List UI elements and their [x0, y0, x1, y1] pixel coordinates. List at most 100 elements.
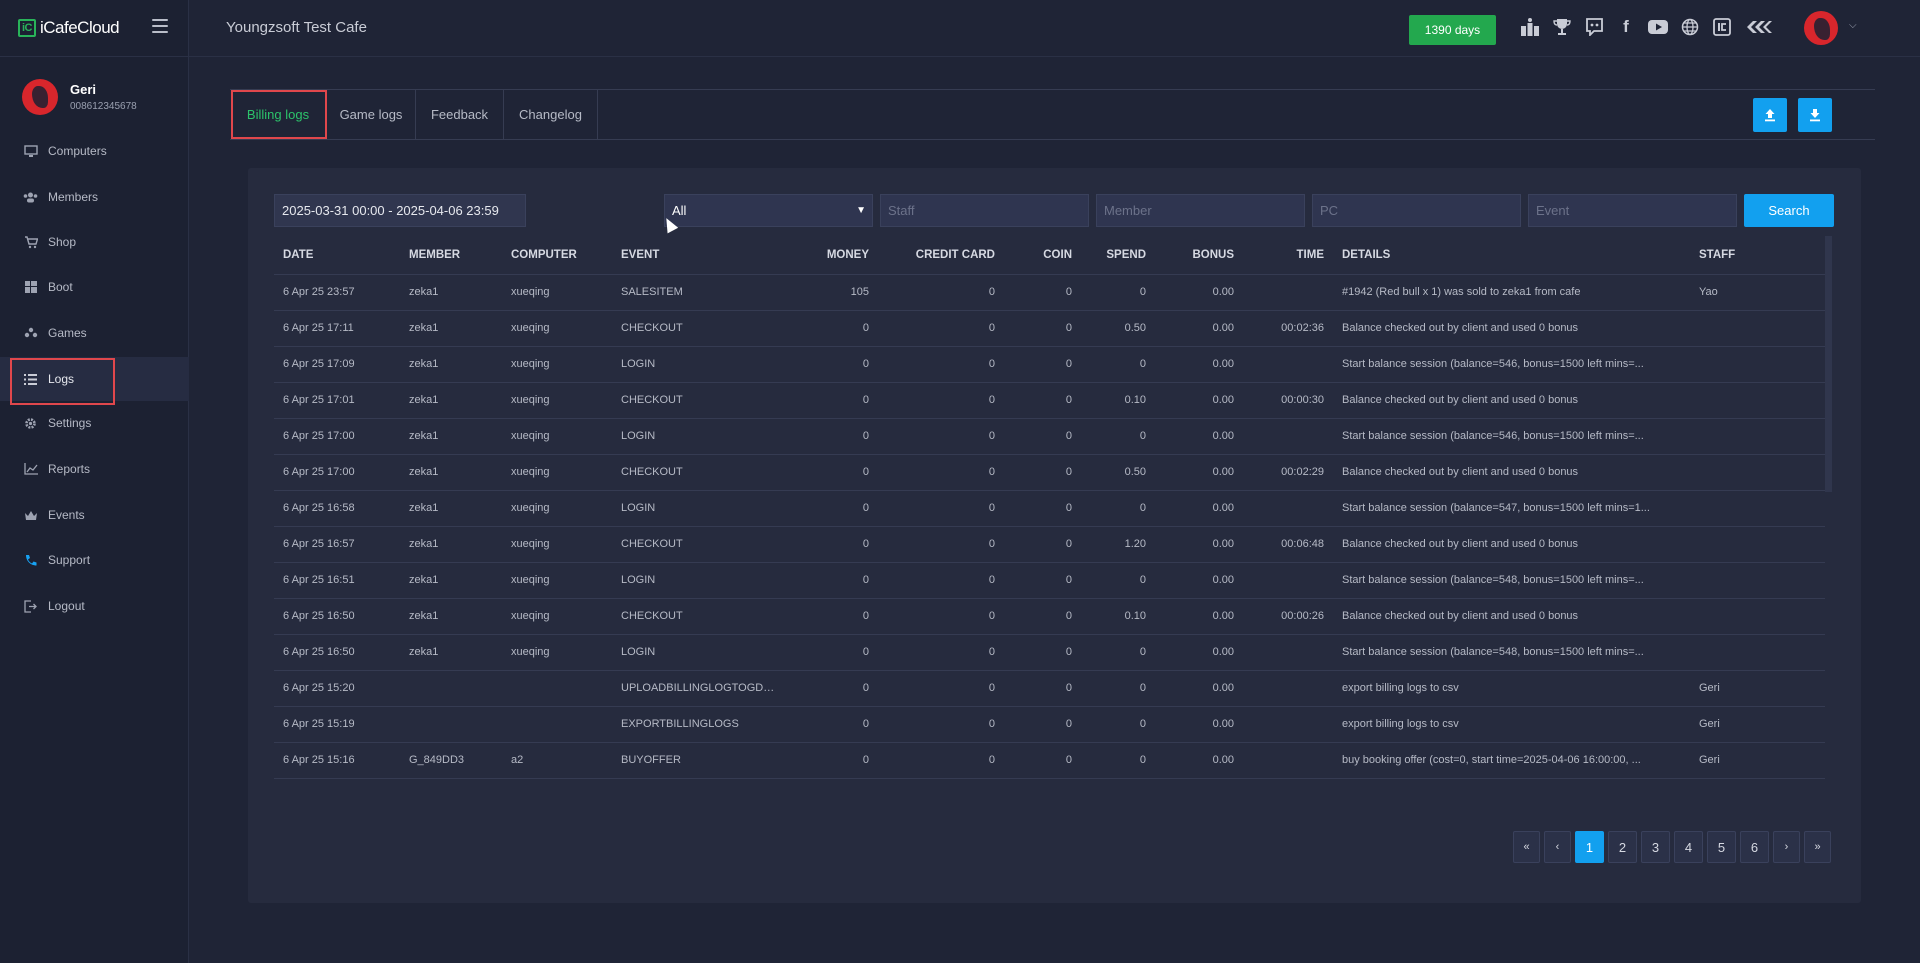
table-cell: 0.50	[1081, 310, 1155, 347]
table-row[interactable]: 6 Apr 25 16:51 zeka1 xueqing LOGIN 0 0 0 0 0.00 S…	[274, 562, 1825, 599]
globe-icon[interactable]	[1679, 16, 1701, 38]
table-row[interactable]: 6 Apr 25 16:57 zeka1 xueqing CHECKOUT 0 0 0 1.2…	[274, 526, 1825, 563]
last-page-button[interactable]: »	[1804, 831, 1831, 863]
table-cell: a2	[502, 742, 612, 779]
table-cell: 105	[790, 274, 878, 311]
discord-icon[interactable]	[1583, 16, 1605, 38]
page-button-3[interactable]: 3	[1641, 831, 1670, 863]
sidebar-item-support[interactable]: Support	[0, 538, 189, 582]
upload-button[interactable]	[1753, 98, 1787, 132]
table-cell: 0	[878, 454, 1004, 491]
table-row[interactable]: 6 Apr 25 15:16 G_849DD3 a2 BUYOFFER 0 0 0 0 0.00…	[274, 742, 1825, 779]
facebook-icon[interactable]: f	[1615, 16, 1637, 38]
table-cell: 0	[1081, 418, 1155, 455]
table-row[interactable]: 6 Apr 25 16:50 zeka1 xueqing LOGIN 0 0 0 0 0.00 S…	[274, 634, 1825, 671]
table-cell: 0	[790, 418, 878, 455]
table-cell: Balance checked out by client and used 0…	[1333, 526, 1690, 563]
sidebar-item-label: Logs	[48, 372, 75, 386]
trophy-icon[interactable]	[1551, 16, 1573, 38]
icafe-icon[interactable]	[1711, 16, 1733, 38]
table-cell: 0.00	[1155, 670, 1243, 707]
logo[interactable]: iC iCafeCloud	[18, 18, 120, 38]
windows-icon	[23, 280, 38, 295]
table-row[interactable]: 6 Apr 25 15:20 UPLOADBILLINGLOGTOGDRIVE 0 0…	[274, 670, 1825, 707]
page-button-5[interactable]: 5	[1707, 831, 1736, 863]
crown-icon	[23, 508, 38, 523]
sidebar-item-logout[interactable]: Logout	[0, 584, 189, 628]
table-cell: 00:06:48	[1243, 526, 1333, 563]
days-remaining-badge[interactable]: 1390 days	[1409, 15, 1496, 45]
sidebar-item-shop[interactable]: Shop	[0, 220, 189, 264]
pc-input[interactable]: PC	[1312, 194, 1521, 227]
table-cell	[1690, 346, 1825, 383]
sidebar-item-reports[interactable]: Reports	[0, 447, 189, 491]
table-cell	[502, 706, 612, 743]
sidebar-item-label: Support	[48, 553, 91, 567]
event-type-select[interactable]: All ▼	[664, 194, 873, 227]
table-row[interactable]: 6 Apr 25 16:50 zeka1 xueqing CHECKOUT 0 0 0 0.1…	[274, 598, 1825, 635]
staff-input[interactable]: Staff	[880, 194, 1089, 227]
table-row[interactable]: 6 Apr 25 17:00 zeka1 xueqing CHECKOUT 0 0 0 0.5…	[274, 454, 1825, 491]
table-cell: export billing logs to csv	[1333, 706, 1690, 743]
table-cell	[1690, 382, 1825, 419]
sidebar-item-label: Reports	[48, 462, 91, 476]
table-cell: 0	[878, 670, 1004, 707]
header-avatar[interactable]	[1804, 11, 1838, 45]
table-cell: BUYOFFER	[612, 742, 790, 779]
page-button-4[interactable]: 4	[1674, 831, 1703, 863]
chevron-down-icon[interactable]: ⌵	[1849, 20, 1857, 31]
table-cell: xueqing	[502, 526, 612, 563]
sidebar-item-events[interactable]: Events	[0, 493, 189, 537]
tab-changelog[interactable]: Changelog	[504, 90, 598, 139]
table-cell: 0	[1004, 706, 1081, 743]
sidebar-item-computers[interactable]: Computers	[0, 129, 189, 173]
table-cell: 0	[1004, 562, 1081, 599]
sidebar-item-members[interactable]: Members	[0, 175, 189, 219]
table-cell	[1243, 562, 1333, 599]
user-profile[interactable]: Geri 008612345678	[0, 57, 188, 137]
next-page-button[interactable]: ›	[1773, 831, 1800, 863]
table-cell	[1243, 490, 1333, 527]
table-row[interactable]: 6 Apr 25 16:58 zeka1 xueqing LOGIN 0 0 0 0 0.00 S…	[274, 490, 1825, 527]
sidebar-item-games[interactable]: Games	[0, 311, 189, 355]
table-row[interactable]: 6 Apr 25 17:01 zeka1 xueqing CHECKOUT 0 0 0 0.1…	[274, 382, 1825, 419]
table-row[interactable]: 6 Apr 25 17:00 zeka1 xueqing LOGIN 0 0 0 0 0.00 S…	[274, 418, 1825, 455]
tab-billing-logs[interactable]: Billing logs	[230, 90, 327, 139]
table-cell: 0.00	[1155, 490, 1243, 527]
download-button[interactable]	[1798, 98, 1832, 132]
tab-feedback[interactable]: Feedback	[416, 90, 504, 139]
table-row[interactable]: 6 Apr 25 17:11 zeka1 xueqing CHECKOUT 0 0 0 0.5…	[274, 310, 1825, 347]
sidebar-item-logs[interactable]: Logs	[0, 357, 189, 401]
gift-icon[interactable]	[1519, 16, 1541, 38]
logout-icon	[23, 599, 38, 614]
page-button-6[interactable]: 6	[1740, 831, 1769, 863]
table-cell: 6 Apr 25 16:50	[274, 598, 400, 635]
table-row[interactable]: 6 Apr 25 15:19 EXPORTBILLINGLOGS 0 0 0 0 0.00 e…	[274, 706, 1825, 743]
first-page-button[interactable]: «	[1513, 831, 1540, 863]
hamburger-menu-icon[interactable]	[152, 19, 168, 33]
sidebar-item-settings[interactable]: Settings	[0, 401, 189, 445]
table-row[interactable]: 6 Apr 25 23:57 zeka1 xueqing SALESITEM 105 0 0…	[274, 274, 1825, 311]
table-cell	[1690, 454, 1825, 491]
table-cell	[1243, 418, 1333, 455]
column-header: CREDIT CARD	[878, 236, 1004, 275]
youtube-icon[interactable]	[1647, 16, 1669, 38]
date-range-input[interactable]: 2025-03-31 00:00 - 2025-04-06 23:59	[274, 194, 526, 227]
table-cell	[1690, 562, 1825, 599]
tab-game-logs[interactable]: Game logs	[327, 90, 416, 139]
table-row[interactable]: 6 Apr 25 17:09 zeka1 xueqing LOGIN 0 0 0 0 0.00 S…	[274, 346, 1825, 383]
event-input[interactable]: Event	[1528, 194, 1737, 227]
sidebar-item-boot[interactable]: Boot	[0, 265, 189, 309]
table-cell: 00:00:30	[1243, 382, 1333, 419]
sidebar-item-label: Boot	[48, 280, 73, 294]
sidebar-item-label: Games	[48, 326, 87, 340]
search-button[interactable]: Search	[1744, 194, 1834, 227]
table-cell: 0.00	[1155, 526, 1243, 563]
page-button-1[interactable]: 1	[1575, 831, 1604, 863]
page-button-2[interactable]: 2	[1608, 831, 1637, 863]
table-cell: 6 Apr 25 17:00	[274, 418, 400, 455]
table-scrollbar[interactable]	[1825, 236, 1832, 492]
brand-logo-icon[interactable]	[1744, 16, 1774, 38]
member-input[interactable]: Member	[1096, 194, 1305, 227]
prev-page-button[interactable]: ‹	[1544, 831, 1571, 863]
